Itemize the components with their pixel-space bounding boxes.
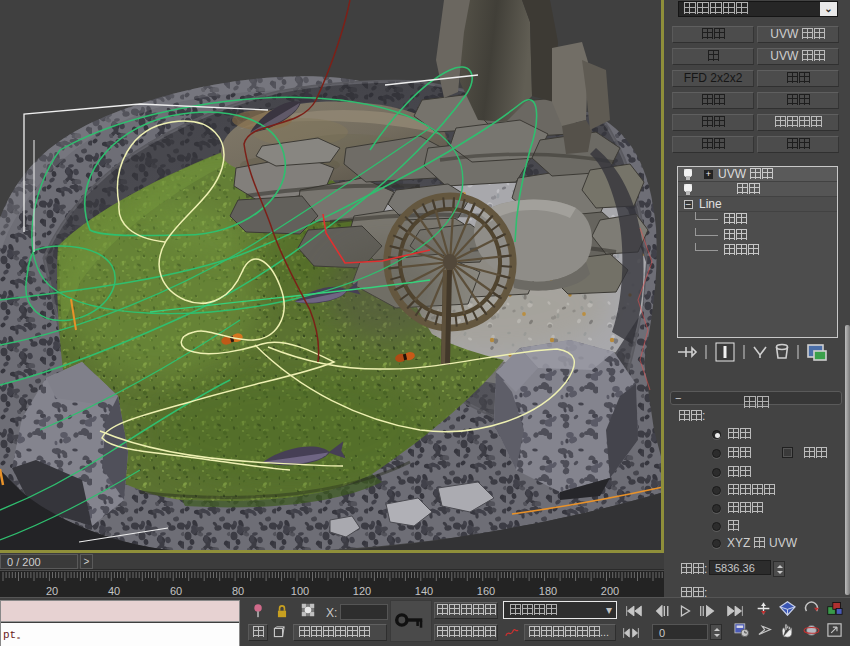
svg-text:180: 180 <box>539 585 557 597</box>
svg-text:200: 200 <box>601 585 619 597</box>
svg-text:20: 20 <box>46 585 58 597</box>
svg-text:160: 160 <box>477 585 495 597</box>
svg-text:140: 140 <box>415 585 433 597</box>
svg-text:120: 120 <box>353 585 371 597</box>
svg-text:60: 60 <box>170 585 182 597</box>
svg-text:40: 40 <box>108 585 120 597</box>
svg-text:100: 100 <box>291 585 309 597</box>
svg-text:80: 80 <box>232 585 244 597</box>
